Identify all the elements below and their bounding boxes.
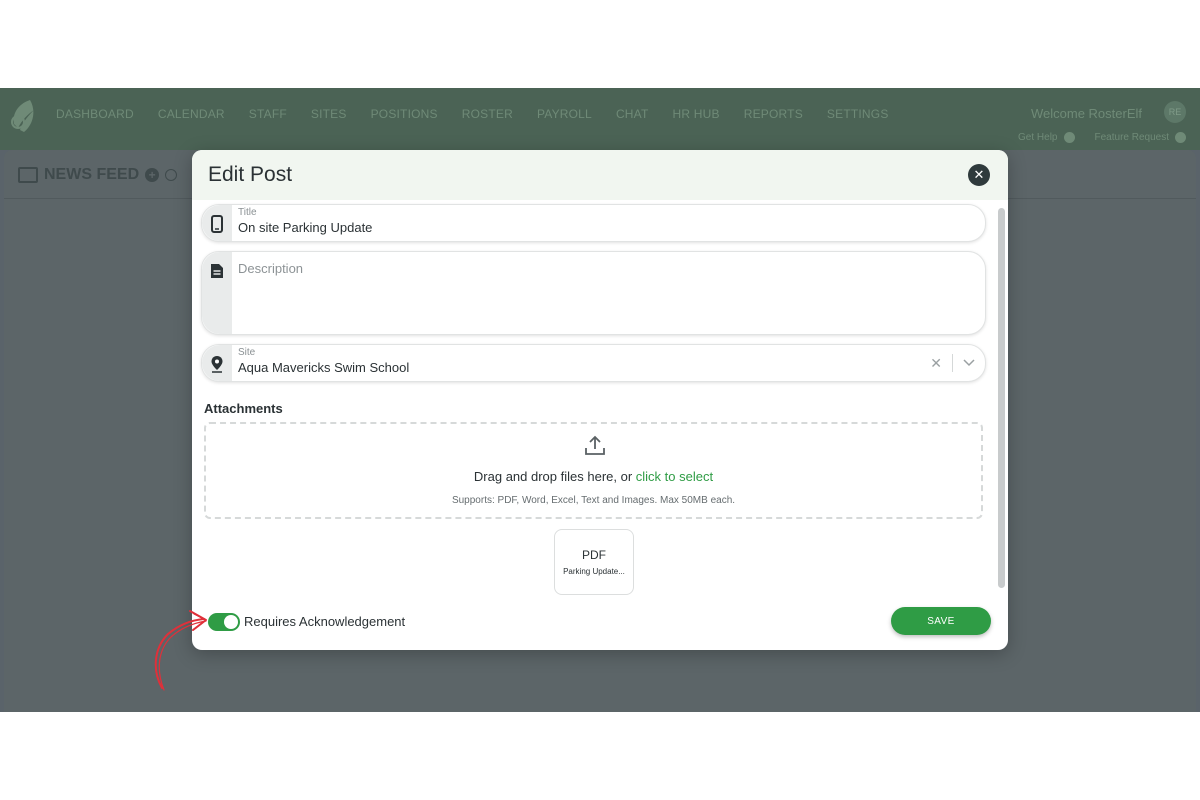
feature-request-label: Feature Request — [1094, 132, 1170, 144]
site-field-label: Site — [238, 347, 256, 358]
info-icon[interactable] — [165, 169, 178, 181]
nav-reports[interactable]: REPORTS — [744, 107, 803, 121]
logo-icon[interactable] — [8, 98, 38, 134]
site-select[interactable]: Site Aqua Mavericks Swim School ✕ — [201, 344, 986, 382]
nav-chat[interactable]: CHAT — [616, 107, 649, 121]
nav-calendar[interactable]: CALENDAR — [158, 107, 225, 121]
nav-payroll[interactable]: PAYROLL — [537, 107, 592, 121]
lightbulb-icon — [1175, 132, 1186, 143]
attachments-label: Attachments — [204, 401, 283, 416]
get-help-link[interactable]: Get Help — [1018, 132, 1075, 144]
nav-sites[interactable]: SITES — [311, 107, 347, 121]
modal-scrollbar[interactable] — [998, 208, 1005, 588]
help-links: Get Help Feature Request — [1018, 132, 1186, 143]
nav-positions[interactable]: POSITIONS — [371, 107, 438, 121]
save-button[interactable]: SAVE — [891, 607, 991, 635]
top-navbar: DASHBOARD CALENDAR STAFF SITES POSITIONS… — [0, 88, 1200, 150]
nav-hr-hub[interactable]: HR HUB — [673, 107, 720, 121]
separator — [952, 354, 953, 372]
title-field-value[interactable]: On site Parking Update — [238, 220, 372, 235]
title-field[interactable]: Title On site Parking Update — [201, 204, 986, 242]
description-icon-col — [202, 252, 232, 334]
attachment-card[interactable]: PDF Parking Update... — [554, 529, 634, 595]
news-feed-header: NEWS FEED + — [18, 166, 178, 184]
file-dropzone[interactable]: Drag and drop files here, or click to se… — [204, 422, 983, 519]
dropzone-supports: Supports: PDF, Word, Excel, Text and Ima… — [451, 495, 736, 506]
site-icon-col — [202, 345, 232, 381]
welcome-text: Welcome RosterElf — [1030, 106, 1142, 121]
document-icon — [211, 264, 223, 278]
chevron-down-icon[interactable] — [963, 359, 975, 367]
newspaper-icon — [18, 167, 38, 183]
add-post-icon[interactable]: + — [145, 168, 160, 182]
location-pin-icon — [211, 356, 223, 373]
modal-header: Edit Post ✕ — [192, 150, 1008, 200]
get-help-label: Get Help — [1018, 132, 1058, 144]
avatar[interactable]: RE — [1164, 101, 1186, 123]
close-icon: ✕ — [973, 167, 985, 182]
acknowledgement-label: Requires Acknowledgement — [244, 614, 406, 629]
close-button[interactable]: ✕ — [968, 164, 990, 186]
nav-dashboard[interactable]: DASHBOARD — [56, 107, 134, 121]
nav-roster[interactable]: ROSTER — [462, 107, 513, 121]
site-field-value: Aqua Mavericks Swim School — [238, 360, 410, 375]
dropzone-text: Drag and drop files here, or click to se… — [206, 469, 981, 484]
title-field-label: Title — [238, 207, 257, 218]
edit-post-modal: Edit Post ✕ Title On site Parking Update… — [192, 150, 1008, 650]
nav-staff[interactable]: STAFF — [249, 107, 287, 121]
main-nav: DASHBOARD CALENDAR STAFF SITES POSITIONS… — [56, 107, 913, 121]
help-icon — [1063, 132, 1075, 143]
description-field[interactable]: Description — [201, 251, 986, 335]
site-controls: ✕ — [930, 354, 975, 372]
upload-icon — [585, 435, 605, 455]
click-to-select-link[interactable]: click to select — [636, 469, 713, 484]
dropzone-instruction: Drag and drop files here, or — [473, 469, 636, 484]
attachment-name: Parking Update... — [563, 567, 625, 576]
nav-settings[interactable]: SETTINGS — [827, 107, 889, 121]
title-icon-col — [202, 205, 232, 241]
phone-icon — [211, 215, 223, 233]
clear-icon[interactable]: ✕ — [930, 355, 942, 372]
red-arrow-annotation — [154, 610, 207, 691]
feature-request-link[interactable]: Feature Request — [1094, 132, 1186, 144]
description-placeholder: Description — [238, 261, 304, 276]
attachment-type: PDF — [582, 548, 606, 562]
modal-title: Edit Post — [208, 163, 293, 186]
page-title: NEWS FEED — [44, 166, 140, 183]
